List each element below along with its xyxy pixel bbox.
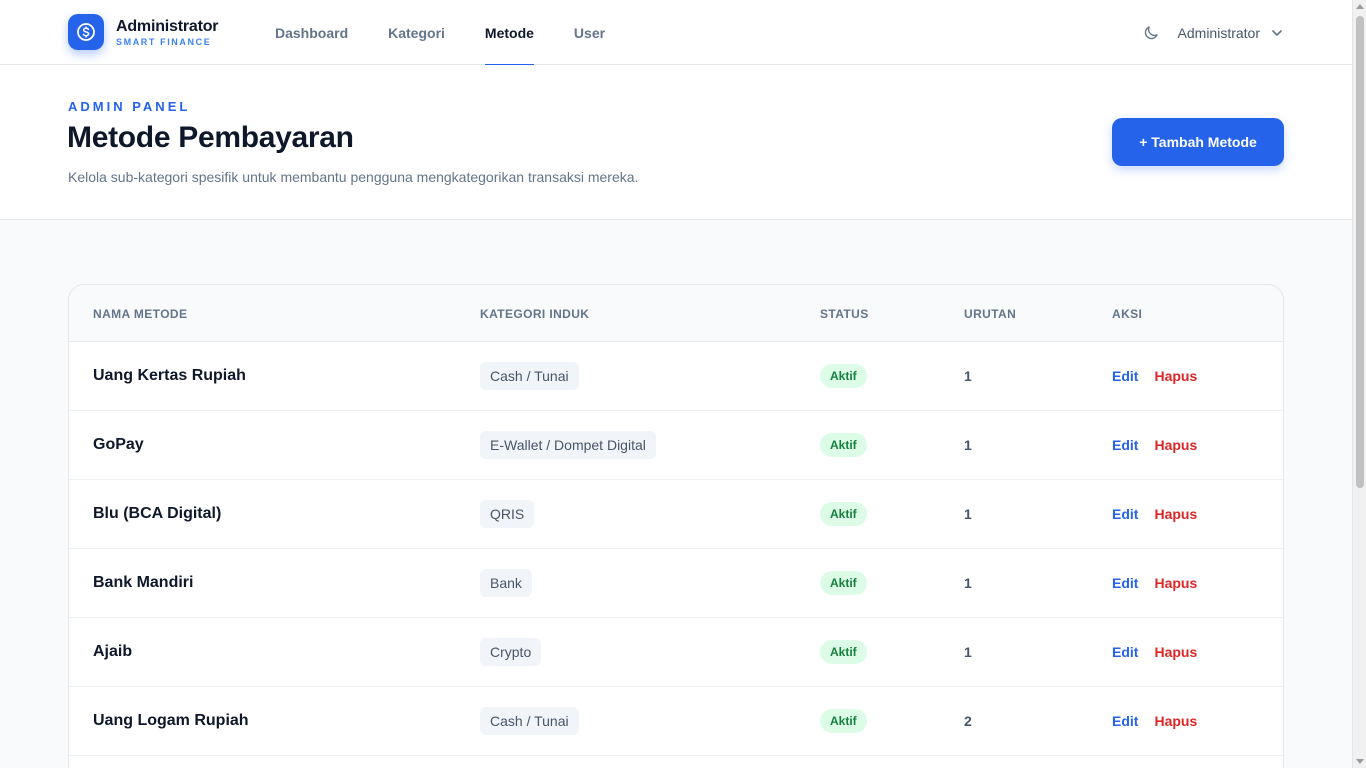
delete-link[interactable]: Hapus	[1154, 713, 1197, 729]
page-title: Metode Pembayaran	[67, 121, 354, 154]
page-header: ADMIN PANEL Metode Pembayaran Kelola sub…	[0, 65, 1352, 220]
brand-name: Administrator	[116, 18, 219, 35]
column-header-category: KATEGORI INDUK	[480, 306, 590, 321]
scroll-down-icon[interactable]	[1356, 759, 1364, 764]
edit-link[interactable]: Edit	[1112, 644, 1138, 660]
nav-right: Administrator	[1140, 0, 1282, 65]
status-badge: Aktif	[820, 502, 867, 526]
dollar-coin-icon	[68, 14, 104, 50]
category-badge: E-Wallet / Dompet Digital	[480, 431, 656, 459]
method-name: Blu (BCA Digital)	[93, 505, 222, 522]
brand[interactable]: Administrator SMART FINANCE	[68, 14, 219, 50]
category-badge: Cash / Tunai	[480, 707, 579, 735]
nav-link-dashboard[interactable]: Dashboard	[255, 0, 368, 65]
category-badge: Crypto	[480, 638, 542, 666]
methods-table: NAMA METODE KATEGORI INDUK STATUS URUTAN…	[68, 284, 1284, 768]
table-row: Uang Kertas Rupiah Cash / Tunai Aktif 1 …	[69, 342, 1283, 411]
method-name: Bank Mandiri	[93, 574, 194, 591]
status-badge: Aktif	[820, 571, 867, 595]
table-row: GoPay E-Wallet / Dompet Digital Aktif 1 …	[69, 411, 1283, 480]
page-description: Kelola sub-kategori spesifik untuk memba…	[68, 169, 639, 185]
user-menu[interactable]: Administrator	[1178, 25, 1282, 41]
order-value: 1	[964, 575, 972, 591]
edit-link[interactable]: Edit	[1112, 575, 1138, 591]
top-navbar: Administrator SMART FINANCE Dashboard Ka…	[0, 0, 1352, 66]
category-badge: Cash / Tunai	[480, 362, 579, 390]
chevron-down-icon	[1272, 29, 1282, 36]
edit-link[interactable]: Edit	[1112, 713, 1138, 729]
delete-link[interactable]: Hapus	[1154, 644, 1197, 660]
column-header-order: URUTAN	[964, 306, 1017, 321]
category-badge: QRIS	[480, 500, 535, 528]
status-badge: Aktif	[820, 709, 867, 733]
nav-links: Dashboard Kategori Metode User	[255, 0, 625, 66]
brand-subtitle: SMART FINANCE	[116, 37, 212, 47]
method-name: Uang Kertas Rupiah	[93, 367, 246, 384]
category-badge: Bank	[480, 569, 532, 597]
status-badge: Aktif	[820, 364, 867, 388]
table-header: NAMA METODE KATEGORI INDUK STATUS URUTAN…	[69, 285, 1283, 342]
table-row: Uang Logam Rupiah Cash / Tunai Aktif 2 E…	[69, 687, 1283, 756]
column-header-name: NAMA METODE	[93, 306, 188, 321]
add-method-button[interactable]: + Tambah Metode	[1112, 118, 1284, 166]
nav-link-kategori[interactable]: Kategori	[368, 0, 465, 65]
delete-link[interactable]: Hapus	[1154, 437, 1197, 453]
order-value: 1	[964, 644, 972, 660]
column-header-actions: AKSI	[1112, 306, 1143, 321]
order-value: 1	[964, 368, 972, 384]
table-row: Blu (BCA Digital) QRIS Aktif 1 Edit Hapu…	[69, 480, 1283, 549]
table-row: Ajaib Crypto Aktif 1 Edit Hapus	[69, 618, 1283, 687]
nav-link-user[interactable]: User	[554, 0, 625, 65]
column-header-status: STATUS	[820, 306, 869, 321]
status-badge: Aktif	[820, 640, 867, 664]
edit-link[interactable]: Edit	[1112, 368, 1138, 384]
order-value: 1	[964, 506, 972, 522]
moon-icon[interactable]	[1140, 22, 1162, 44]
scroll-thumb[interactable]	[1356, 16, 1364, 488]
nav-link-metode[interactable]: Metode	[465, 0, 554, 66]
status-badge: Aktif	[820, 433, 867, 457]
order-value: 2	[964, 713, 972, 729]
delete-link[interactable]: Hapus	[1154, 575, 1197, 591]
method-name: Ajaib	[93, 643, 133, 660]
page-scrollbar[interactable]	[1352, 0, 1366, 768]
edit-link[interactable]: Edit	[1112, 506, 1138, 522]
order-value: 1	[964, 437, 972, 453]
scroll-up-icon[interactable]	[1356, 4, 1364, 9]
method-name: Uang Logam Rupiah	[93, 712, 249, 729]
method-name: GoPay	[93, 436, 144, 453]
delete-link[interactable]: Hapus	[1154, 506, 1197, 522]
delete-link[interactable]: Hapus	[1154, 368, 1197, 384]
table-row: Bank Mandiri Bank Aktif 1 Edit Hapus	[69, 549, 1283, 618]
user-name: Administrator	[1177, 24, 1260, 41]
edit-link[interactable]: Edit	[1112, 437, 1138, 453]
eyebrow-label: ADMIN PANEL	[68, 99, 191, 114]
